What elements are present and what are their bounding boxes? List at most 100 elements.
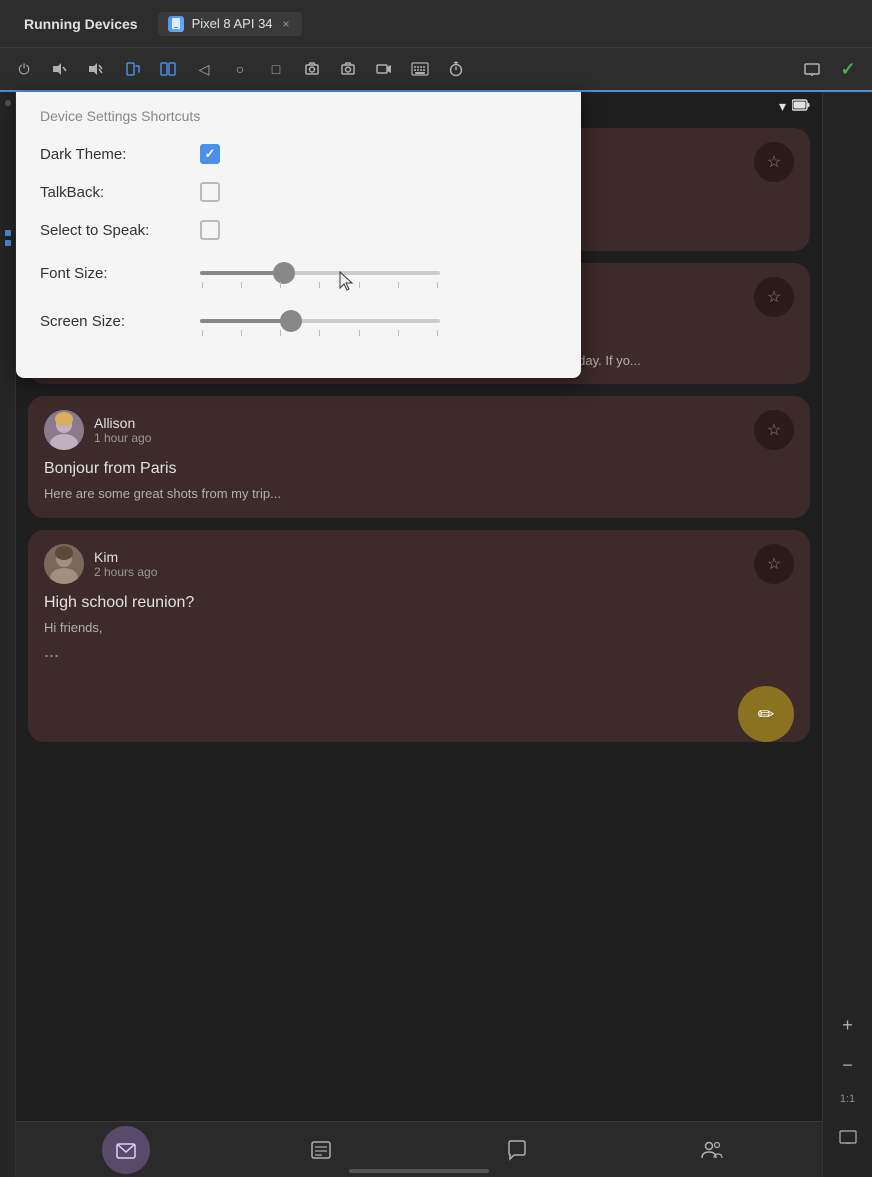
tab-device-icon: [168, 16, 184, 32]
allison-avatar: [44, 410, 84, 450]
font-size-slider-container: [200, 258, 557, 288]
tick: [241, 282, 242, 288]
device-tab[interactable]: Pixel 8 API 34 ×: [158, 12, 302, 36]
add-button[interactable]: +: [832, 1009, 864, 1041]
select-to-speak-row: Select to Speak:: [40, 220, 557, 240]
kim-star-button[interactable]: ☆: [754, 544, 794, 584]
screen-size-label: Screen Size:: [40, 313, 200, 330]
screen-mode-button[interactable]: [832, 1121, 864, 1153]
screen-size-filled: [200, 319, 291, 323]
sidebar-marker2: [5, 240, 11, 246]
allison-star-button[interactable]: ☆: [754, 410, 794, 450]
screen-size-thumb[interactable]: [280, 310, 302, 332]
list-nav-button[interactable]: [297, 1126, 345, 1174]
camera-button[interactable]: [332, 53, 364, 85]
kim-subject: High school reunion?: [44, 594, 794, 612]
kim-ellipsis: ...: [44, 641, 794, 662]
kim-meta: Kim 2 hours ago: [94, 549, 744, 579]
minus-button[interactable]: −: [832, 1049, 864, 1081]
right-panel: + − 1:1: [822, 92, 872, 1177]
back-button[interactable]: ◁: [188, 53, 220, 85]
phone-screen: Device Settings Shortcuts Dark Theme: ✓ …: [16, 92, 822, 1177]
display-settings-button[interactable]: [796, 53, 828, 85]
font-size-ticks: [200, 282, 440, 288]
tick: [319, 282, 320, 288]
screen-size-track: [200, 319, 440, 323]
people-nav-button[interactable]: [688, 1126, 736, 1174]
tab-close-button[interactable]: ×: [281, 17, 292, 31]
keyboard-button[interactable]: [404, 53, 436, 85]
allison-preview: Here are some great shots from my trip..…: [44, 484, 794, 504]
kim-time: 2 hours ago: [94, 565, 744, 579]
talkback-row: TalkBack:: [40, 182, 557, 202]
left-sidebar: [0, 92, 16, 1177]
wifi-icon: ▾: [779, 98, 786, 115]
battery-icon: [792, 98, 810, 115]
select-to-speak-label: Select to Speak:: [40, 222, 200, 239]
kim-name: Kim: [94, 549, 744, 565]
allison-name: Allison: [94, 415, 744, 431]
zoom-level: 1:1: [840, 1093, 855, 1105]
notification-card-kim[interactable]: Kim 2 hours ago ☆ High school reunion? H…: [28, 530, 810, 743]
tick: [319, 330, 320, 336]
check-button[interactable]: ✓: [832, 53, 864, 85]
stopwatch-button[interactable]: [440, 53, 472, 85]
email-nav-button[interactable]: [102, 1126, 150, 1174]
toolbar-right: ✓: [796, 53, 864, 85]
main-layout: Device Settings Shortcuts Dark Theme: ✓ …: [0, 92, 872, 1177]
allison-time: 1 hour ago: [94, 431, 744, 445]
select-to-speak-checkbox[interactable]: [200, 220, 220, 240]
home-indicator: [349, 1169, 489, 1173]
rotate-button[interactable]: [116, 53, 148, 85]
title-bar: Running Devices Pixel 8 API 34 ×: [0, 0, 872, 48]
tick: [437, 282, 438, 288]
tick: [359, 282, 360, 288]
tick: [202, 330, 203, 336]
dark-theme-label: Dark Theme:: [40, 146, 200, 163]
screen-size-row: Screen Size:: [40, 306, 557, 336]
device-settings-panel: Device Settings Shortcuts Dark Theme: ✓ …: [16, 92, 581, 378]
star-icon: ☆: [767, 152, 781, 172]
kim-avatar: [44, 544, 84, 584]
volume-down-button[interactable]: [44, 53, 76, 85]
recents-button[interactable]: □: [260, 53, 292, 85]
dark-theme-row: Dark Theme: ✓: [40, 144, 557, 164]
sidebar-indicator: [5, 100, 11, 106]
volume-up-button[interactable]: [80, 53, 112, 85]
ali-star-icon: ☆: [767, 287, 781, 307]
star-button[interactable]: ☆: [754, 142, 794, 182]
kim-preview: Hi friends,: [44, 618, 794, 638]
font-size-track: [200, 271, 440, 275]
font-size-thumb[interactable]: [273, 262, 295, 284]
kim-card-header: Kim 2 hours ago ☆: [44, 544, 794, 584]
allison-subject: Bonjour from Paris: [44, 460, 794, 478]
tick: [280, 282, 281, 288]
kim-star-icon: ☆: [767, 554, 781, 574]
tick: [359, 330, 360, 336]
settings-panel-title: Device Settings Shortcuts: [40, 108, 557, 124]
font-size-filled: [200, 271, 284, 275]
home-button[interactable]: ○: [224, 53, 256, 85]
compose-icon: ✏: [758, 702, 775, 727]
font-size-row: Font Size:: [40, 258, 557, 288]
tick: [280, 330, 281, 336]
dark-theme-checkbox[interactable]: ✓: [200, 144, 220, 164]
sidebar-marker: [5, 230, 11, 236]
video-button[interactable]: [368, 53, 400, 85]
tick: [241, 330, 242, 336]
font-size-label: Font Size:: [40, 265, 200, 282]
status-bar: ▾: [767, 92, 822, 121]
talkback-checkbox[interactable]: [200, 182, 220, 202]
screenshot-button[interactable]: [296, 53, 328, 85]
fold-button[interactable]: [152, 53, 184, 85]
compose-fab-button[interactable]: ✏: [738, 686, 794, 742]
notification-card-allison[interactable]: Allison 1 hour ago ☆ Bonjour from Paris …: [28, 396, 810, 518]
dark-theme-check-icon: ✓: [205, 146, 216, 162]
screen-size-slider-container: [200, 306, 557, 336]
power-button[interactable]: ⏻: [8, 53, 40, 85]
toolbar: ⏻ ◁ ○ □: [0, 48, 872, 92]
ali-star-button[interactable]: ☆: [754, 277, 794, 317]
tick: [398, 282, 399, 288]
tab-label: Pixel 8 API 34: [192, 16, 273, 31]
chat-nav-button[interactable]: [493, 1126, 541, 1174]
